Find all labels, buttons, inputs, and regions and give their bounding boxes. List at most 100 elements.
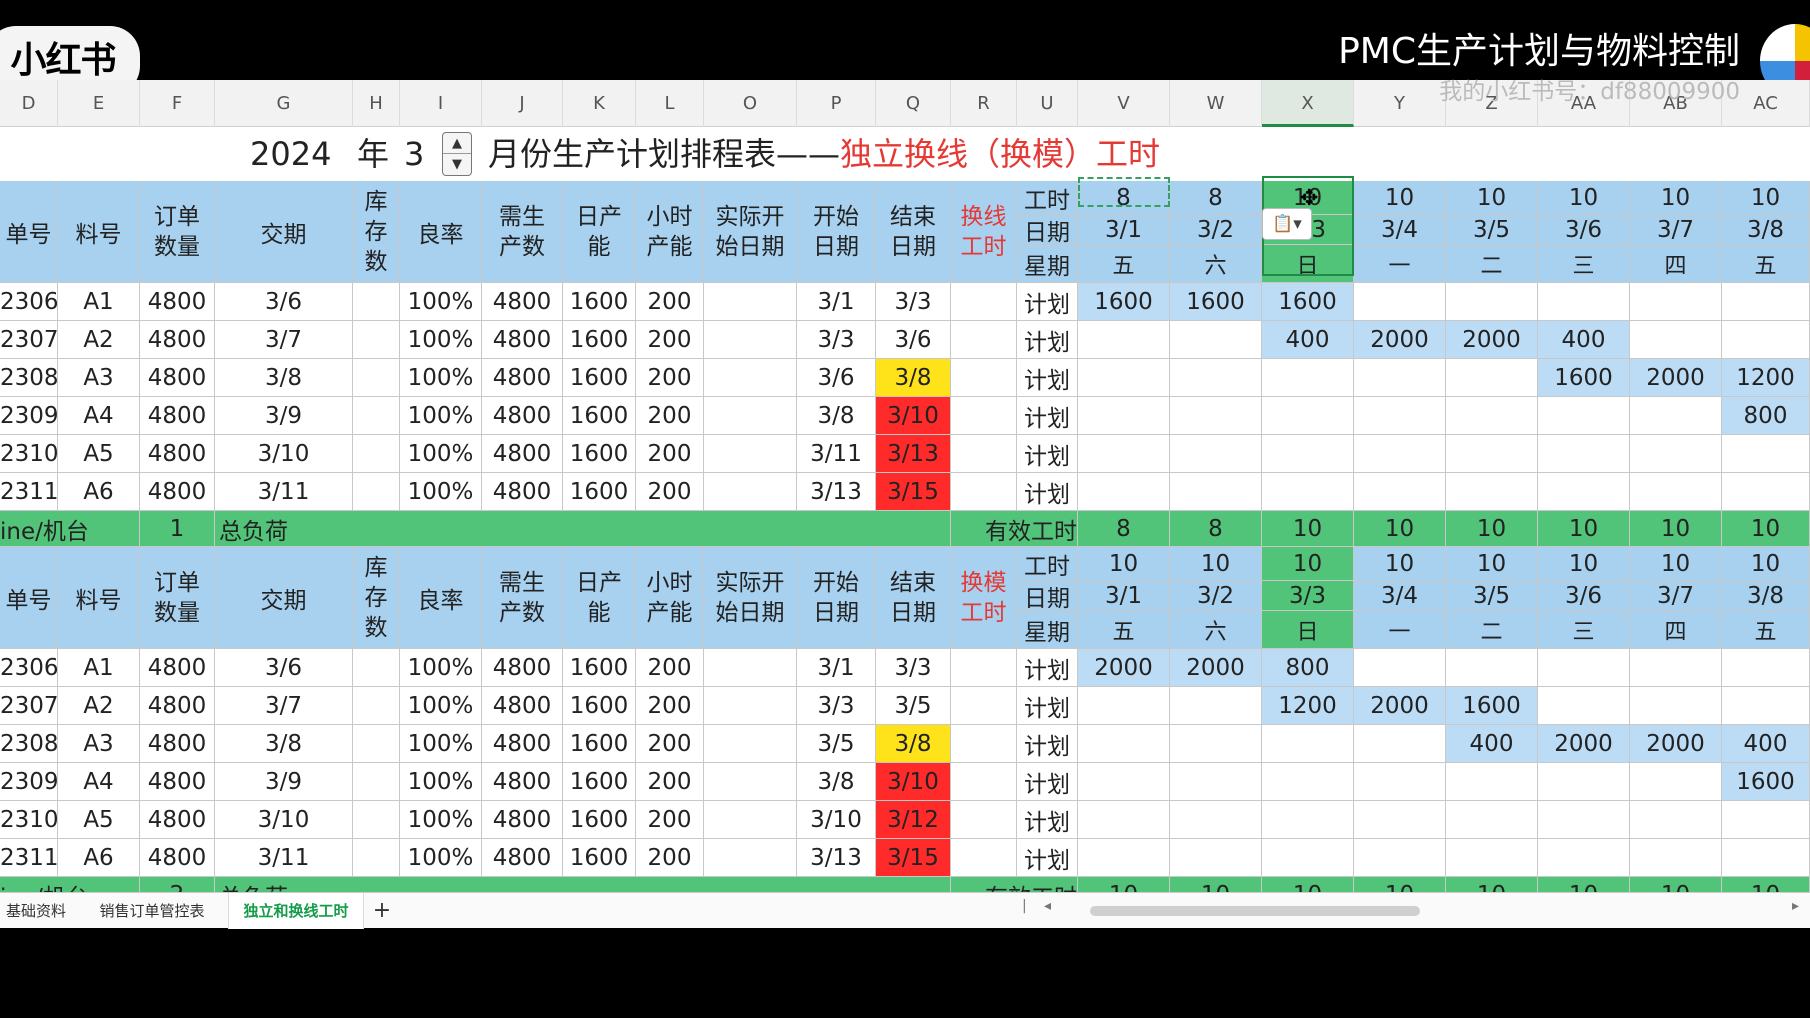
yield-cell[interactable]: 100% (400, 801, 482, 839)
need-qty-cell[interactable]: 4800 (482, 839, 563, 877)
plan-cell[interactable]: 1600 (1170, 283, 1262, 321)
add-sheet-button[interactable]: + (370, 893, 394, 929)
plan-cell[interactable] (1354, 801, 1446, 839)
plan-cell[interactable]: 1600 (1262, 283, 1354, 321)
stock-cell[interactable] (353, 839, 400, 877)
plan-cell[interactable] (1170, 397, 1262, 435)
due-date-cell[interactable]: 3/6 (215, 649, 353, 687)
label-plan[interactable]: 计划 (1017, 649, 1078, 687)
stock-cell[interactable] (353, 725, 400, 763)
plan-cell[interactable] (1078, 839, 1170, 877)
label-date[interactable]: 日期 (1017, 215, 1078, 245)
due-date-cell[interactable]: 3/6 (215, 283, 353, 321)
plan-cell[interactable] (1170, 359, 1262, 397)
part-no-cell[interactable]: A3 (58, 359, 140, 397)
end-date-cell[interactable]: 3/3 (876, 283, 951, 321)
header-actual-start[interactable]: 实际开 始日期 (704, 181, 797, 283)
daily-cap-cell[interactable]: 1600 (563, 801, 636, 839)
changeover-cell[interactable] (951, 687, 1017, 725)
yield-cell[interactable]: 100% (400, 473, 482, 511)
spinner-down-icon[interactable]: ▼ (443, 154, 471, 175)
actual-start-cell[interactable] (704, 473, 797, 511)
plan-cell[interactable] (1538, 763, 1630, 801)
hourly-cap-cell[interactable]: 200 (636, 649, 704, 687)
plan-cell[interactable]: 1600 (1446, 687, 1538, 725)
end-date-cell[interactable]: 3/8 (876, 725, 951, 763)
hours-cell[interactable]: 10 (1446, 547, 1538, 581)
weekday-cell[interactable]: 日 (1262, 245, 1354, 283)
order-qty-cell[interactable]: 4800 (140, 801, 215, 839)
plan-cell[interactable] (1262, 397, 1354, 435)
yield-cell[interactable]: 100% (400, 649, 482, 687)
order-no-cell[interactable]: 2308 (0, 725, 58, 763)
plan-cell[interactable]: 1600 (1078, 283, 1170, 321)
hourly-cap-cell[interactable]: 200 (636, 725, 704, 763)
paste-options-icon[interactable]: 📋▾ (1262, 208, 1312, 240)
weekday-cell[interactable]: 一 (1354, 245, 1446, 283)
plan-cell[interactable] (1262, 763, 1354, 801)
plan-cell[interactable] (1170, 725, 1262, 763)
start-date-cell[interactable]: 3/8 (797, 397, 876, 435)
plan-cell[interactable] (1078, 473, 1170, 511)
hours-cell[interactable]: 10 (1354, 547, 1446, 581)
hours-cell[interactable]: 10 (1538, 181, 1630, 215)
header-order-qty[interactable]: 订单 数量 (140, 547, 215, 649)
start-date-cell[interactable]: 3/11 (797, 435, 876, 473)
plan-cell[interactable]: 800 (1722, 397, 1810, 435)
changeover-cell[interactable] (951, 725, 1017, 763)
plan-cell[interactable] (1262, 435, 1354, 473)
plan-cell[interactable] (1722, 473, 1810, 511)
plan-cell[interactable] (1354, 283, 1446, 321)
start-date-cell[interactable]: 3/1 (797, 649, 876, 687)
hourly-cap-cell[interactable]: 200 (636, 397, 704, 435)
label-plan[interactable]: 计划 (1017, 725, 1078, 763)
order-qty-cell[interactable]: 4800 (140, 397, 215, 435)
need-qty-cell[interactable]: 4800 (482, 473, 563, 511)
order-no-cell[interactable]: 2311 (0, 473, 58, 511)
yield-cell[interactable]: 100% (400, 839, 482, 877)
daily-cap-cell[interactable]: 1600 (563, 435, 636, 473)
header-start-date[interactable]: 开始 日期 (797, 181, 876, 283)
scroll-left-icon[interactable]: ◂ (1044, 898, 1051, 914)
header-need-qty[interactable]: 需生 产数 (482, 547, 563, 649)
plan-cell[interactable] (1630, 801, 1722, 839)
plan-cell[interactable] (1722, 687, 1810, 725)
header-yield[interactable]: 良率 (400, 181, 482, 283)
plan-cell[interactable] (1630, 763, 1722, 801)
hourly-cap-cell[interactable]: 200 (636, 435, 704, 473)
daily-cap-cell[interactable]: 1600 (563, 473, 636, 511)
order-no-cell[interactable]: 2311 (0, 839, 58, 877)
plan-cell[interactable] (1170, 687, 1262, 725)
label-plan[interactable]: 计划 (1017, 473, 1078, 511)
plan-cell[interactable] (1446, 473, 1538, 511)
weekday-cell[interactable]: 六 (1170, 611, 1262, 649)
plan-cell[interactable] (1446, 397, 1538, 435)
order-qty-cell[interactable]: 4800 (140, 763, 215, 801)
header-order-no[interactable]: 单号 (0, 547, 58, 649)
yield-cell[interactable]: 100% (400, 283, 482, 321)
hours-cell[interactable]: 10 (1446, 181, 1538, 215)
plan-cell[interactable]: 400 (1262, 321, 1354, 359)
stock-cell[interactable] (353, 473, 400, 511)
actual-start-cell[interactable] (704, 839, 797, 877)
weekday-cell[interactable]: 五 (1078, 611, 1170, 649)
plan-cell[interactable] (1078, 321, 1170, 359)
plan-cell[interactable] (1078, 725, 1170, 763)
stock-cell[interactable] (353, 435, 400, 473)
plan-cell[interactable] (1538, 839, 1630, 877)
stock-cell[interactable] (353, 763, 400, 801)
end-date-cell[interactable]: 3/12 (876, 801, 951, 839)
effective-hours-cell[interactable]: 10 (1446, 511, 1538, 547)
stock-cell[interactable] (353, 321, 400, 359)
horizontal-scrollbar[interactable] (1090, 906, 1420, 916)
hourly-cap-cell[interactable]: 200 (636, 801, 704, 839)
plan-cell[interactable]: 400 (1538, 321, 1630, 359)
hourly-cap-cell[interactable]: 200 (636, 687, 704, 725)
date-cell[interactable]: 3/6 (1538, 215, 1630, 245)
header-hourly-capacity[interactable]: 小时 产能 (636, 547, 704, 649)
end-date-cell[interactable]: 3/6 (876, 321, 951, 359)
start-date-cell[interactable]: 3/3 (797, 687, 876, 725)
plan-cell[interactable] (1078, 435, 1170, 473)
hours-cell[interactable]: 10 (1354, 181, 1446, 215)
stock-cell[interactable] (353, 283, 400, 321)
